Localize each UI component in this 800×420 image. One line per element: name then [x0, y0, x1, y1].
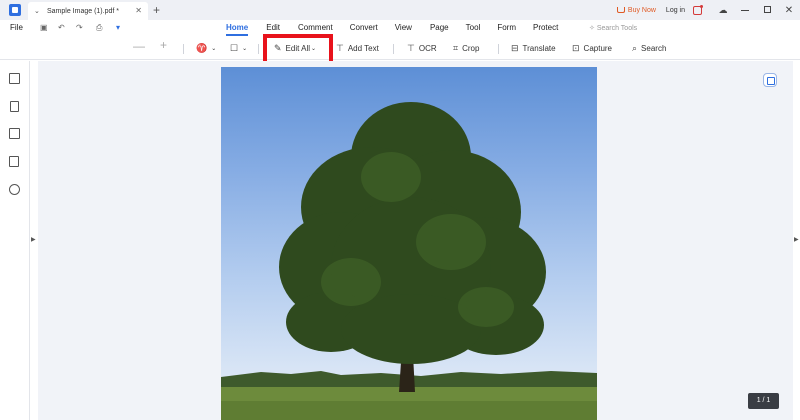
- tab-chevron-icon[interactable]: ⌄: [34, 7, 44, 15]
- tab-tool[interactable]: Tool: [466, 20, 481, 36]
- maximize-button[interactable]: [756, 5, 778, 15]
- cloud-icon[interactable]: ☁: [712, 5, 734, 16]
- shape-dropdown-icon: ⌄: [242, 45, 248, 52]
- capture-button[interactable]: ⊡ Capture: [572, 42, 612, 54]
- highlight-tool-button[interactable]: ♈ ⌄: [196, 42, 216, 54]
- print-icon[interactable]: ⎙: [96, 23, 102, 33]
- translate-label: Translate: [522, 43, 556, 53]
- quick-access-dropdown-icon[interactable]: ▾: [116, 23, 120, 32]
- expand-left-panel-icon[interactable]: ▶: [31, 236, 36, 243]
- bookmark-icon[interactable]: [10, 101, 19, 112]
- crop-button[interactable]: ⌗ Crop: [453, 42, 479, 54]
- tab-page[interactable]: Page: [430, 20, 449, 36]
- search-tools-input[interactable]: ✧ Search Tools: [589, 24, 637, 32]
- new-tab-icon[interactable]: +: [153, 3, 160, 17]
- page-counter: 1 / 1: [748, 393, 779, 409]
- document-tab[interactable]: ⌄ Sample Image (1).pdf * ✕: [28, 2, 148, 20]
- crop-label: Crop: [462, 43, 480, 53]
- translate-button[interactable]: ⊟ Translate: [511, 42, 556, 54]
- pdf-page-image: [221, 67, 597, 420]
- ocr-button[interactable]: ⊤ OCR: [407, 42, 437, 54]
- rectangle-icon: ☐: [230, 42, 239, 53]
- left-sidebar: [0, 61, 30, 420]
- comment-icon[interactable]: [9, 128, 20, 139]
- tab-protect[interactable]: Protect: [533, 20, 558, 36]
- crop-icon: ⌗: [453, 42, 459, 53]
- toolbar: — + ♈ ⌄ ☐ ⌄ ✎ Edit All ⌄ ⊤ Add Text ⊤ OCR ⌗ Cro…: [0, 36, 800, 60]
- close-tab-icon[interactable]: ✕: [135, 6, 142, 15]
- redo-icon[interactable]: ↷: [76, 23, 83, 32]
- search-icon: ⌕: [632, 42, 638, 53]
- tab-convert[interactable]: Convert: [350, 20, 378, 36]
- save-icon[interactable]: ▣: [40, 23, 48, 32]
- title-actions: Buy Now Log in ☁ ✕: [616, 0, 800, 20]
- shape-tool-button[interactable]: ☐ ⌄: [230, 42, 247, 54]
- highlighter-icon: ♈: [196, 42, 208, 53]
- highlighter-dropdown-icon: ⌄: [211, 45, 217, 52]
- login-button[interactable]: Log in: [666, 7, 685, 14]
- app-logo-icon: [9, 4, 21, 16]
- text-box-icon: ⊤: [336, 42, 344, 53]
- toolbar-divider: [258, 44, 259, 54]
- translate-icon: ⊟: [511, 42, 519, 53]
- capture-label: Capture: [583, 43, 613, 53]
- menu-bar: File ▣ ↶ ↷ ⎙ ▾ Home Edit Comment Convert…: [0, 20, 800, 36]
- add-text-button[interactable]: ⊤ Add Text: [336, 42, 379, 54]
- attachment-icon[interactable]: [9, 156, 19, 167]
- tab-view[interactable]: View: [395, 20, 412, 36]
- book-icon[interactable]: [9, 73, 20, 84]
- undo-icon[interactable]: ↶: [58, 23, 65, 32]
- tab-form[interactable]: Form: [497, 20, 516, 36]
- search-label: Search: [641, 43, 667, 53]
- file-menu[interactable]: File: [10, 23, 23, 32]
- toolbar-divider: [393, 44, 394, 54]
- expand-right-panel-icon[interactable]: ▶: [794, 236, 799, 243]
- close-window-button[interactable]: ✕: [778, 5, 800, 16]
- notification-icon[interactable]: [693, 4, 703, 15]
- search-tools-label: Search Tools: [596, 25, 638, 32]
- cart-icon: [616, 7, 625, 13]
- search-icon[interactable]: [9, 184, 20, 195]
- toolbar-divider: [183, 44, 184, 54]
- minimize-button[interactable]: [734, 5, 756, 15]
- buy-now-button[interactable]: Buy Now: [616, 6, 656, 14]
- zoom-out-button[interactable]: —: [133, 39, 145, 53]
- buy-now-label: Buy Now: [627, 6, 656, 14]
- ai-assistant-button[interactable]: [763, 73, 777, 87]
- ocr-icon: ⊤: [407, 42, 415, 53]
- add-text-label: Add Text: [347, 43, 379, 53]
- tab-title: Sample Image (1).pdf *: [47, 7, 119, 15]
- zoom-in-button[interactable]: +: [160, 38, 167, 52]
- title-bar: ⌄ Sample Image (1).pdf * ✕ + Buy Now Log…: [0, 0, 800, 20]
- ocr-label: OCR: [418, 43, 437, 53]
- sparkle-icon: ✧: [589, 25, 597, 32]
- tab-home[interactable]: Home: [226, 20, 249, 36]
- search-button[interactable]: ⌕ Search: [632, 42, 666, 54]
- tree-photo: [221, 102, 597, 420]
- camera-icon: ⊡: [572, 42, 580, 53]
- toolbar-divider: [498, 44, 499, 54]
